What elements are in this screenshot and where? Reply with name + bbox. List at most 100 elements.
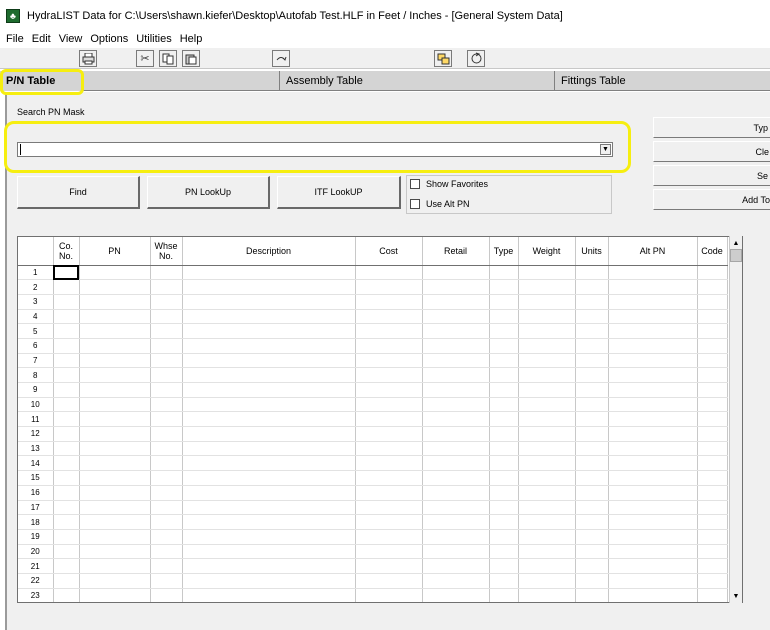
grid-cell[interactable] — [422, 397, 490, 413]
grid-cell[interactable] — [608, 500, 698, 516]
grid-cell[interactable] — [150, 411, 183, 428]
find-button[interactable]: Find — [17, 176, 140, 209]
grid-cell[interactable] — [489, 426, 519, 442]
col-header-type[interactable]: Type — [489, 237, 519, 266]
grid-cell[interactable] — [422, 309, 490, 325]
grid-cell[interactable] — [489, 470, 519, 486]
grid-cell[interactable] — [182, 558, 356, 574]
grid-cell[interactable] — [608, 426, 698, 442]
grid-cell[interactable] — [518, 323, 576, 339]
grid-cell[interactable] — [575, 411, 609, 428]
grid-cell[interactable] — [697, 279, 728, 295]
undo-icon[interactable] — [272, 50, 290, 67]
grid-cell[interactable] — [518, 309, 576, 325]
grid-cell[interactable] — [53, 294, 80, 310]
grid-cell[interactable] — [182, 426, 356, 442]
grid-cell[interactable] — [150, 279, 183, 295]
grid-cell[interactable] — [150, 441, 183, 457]
grid-cell[interactable] — [79, 353, 151, 369]
grid-cell[interactable] — [53, 382, 80, 398]
grid-cell[interactable] — [518, 279, 576, 295]
grid-cell[interactable] — [422, 455, 490, 472]
grid-cell[interactable] — [575, 470, 609, 486]
grid-cell[interactable] — [150, 588, 183, 602]
grid-cell[interactable] — [182, 470, 356, 486]
grid-cell[interactable] — [53, 338, 80, 354]
grid-cell[interactable] — [697, 426, 728, 442]
grid-cell[interactable] — [182, 455, 356, 472]
grid-cell[interactable] — [489, 588, 519, 602]
grid-cell[interactable] — [79, 367, 151, 383]
grid-cell[interactable] — [150, 323, 183, 339]
grid-cell[interactable] — [608, 294, 698, 310]
grid-cell[interactable] — [575, 338, 609, 354]
table-row[interactable]: 23 — [18, 588, 728, 602]
grid-cell[interactable] — [182, 485, 356, 501]
grid-cell[interactable] — [182, 309, 356, 325]
grid-cell[interactable] — [182, 367, 356, 383]
grid-cell[interactable] — [518, 558, 576, 574]
grid-cell[interactable] — [79, 265, 151, 281]
grid-cell[interactable] — [489, 367, 519, 383]
grid-cell[interactable] — [79, 529, 151, 545]
grid-cell[interactable] — [355, 470, 423, 486]
table-row[interactable]: 20 — [18, 544, 728, 560]
table-row[interactable]: 3 — [18, 294, 728, 310]
grid-cell[interactable] — [53, 353, 80, 369]
grid-cell[interactable] — [489, 485, 519, 501]
grid-cell[interactable] — [697, 544, 728, 560]
grid-cell[interactable] — [608, 455, 698, 472]
grid-cell[interactable] — [575, 367, 609, 383]
grid-cell[interactable] — [608, 367, 698, 383]
grid-cell[interactable] — [53, 470, 80, 486]
grid-cell[interactable] — [355, 367, 423, 383]
grid-cell[interactable] — [518, 588, 576, 602]
grid-cell[interactable] — [53, 411, 80, 428]
menu-file[interactable]: File — [6, 33, 24, 45]
grid-cell[interactable] — [422, 411, 490, 428]
grid-cell[interactable] — [697, 353, 728, 369]
grid-cell[interactable] — [575, 353, 609, 369]
grid-cell[interactable] — [697, 338, 728, 354]
grid-cell[interactable] — [489, 279, 519, 295]
grid-cell[interactable] — [150, 367, 183, 383]
grid-cell[interactable] — [355, 323, 423, 339]
grid-cell[interactable] — [355, 455, 423, 472]
table-row[interactable]: 6 — [18, 338, 728, 354]
search-pn-mask-input[interactable]: ▼ — [17, 142, 613, 157]
grid-cell[interactable] — [355, 500, 423, 516]
grid-cell[interactable] — [182, 265, 356, 281]
grid-cell[interactable] — [489, 382, 519, 398]
scroll-up-icon[interactable]: ▲ — [730, 237, 742, 249]
grid-cell[interactable] — [79, 544, 151, 560]
grid-cell[interactable] — [53, 397, 80, 413]
tab-fittings-table[interactable]: Fittings Table — [554, 71, 770, 91]
grid-cell[interactable] — [53, 323, 80, 339]
grid-cell[interactable] — [79, 455, 151, 472]
grid-cell[interactable] — [518, 470, 576, 486]
grid-cell[interactable] — [79, 485, 151, 501]
grid-cell[interactable] — [575, 529, 609, 545]
grid-cell[interactable] — [355, 441, 423, 457]
grid-cell[interactable] — [355, 382, 423, 398]
grid-cell[interactable] — [518, 455, 576, 472]
grid-cell[interactable] — [150, 265, 183, 281]
grid-cell[interactable] — [697, 411, 728, 428]
grid-vertical-scrollbar[interactable]: ▲ ▼ — [729, 236, 742, 603]
pn-lookup-button[interactable]: PN LookUp — [147, 176, 270, 209]
grid-cell[interactable] — [422, 485, 490, 501]
grid-cell[interactable] — [575, 558, 609, 574]
grid-cell[interactable] — [422, 544, 490, 560]
grid-cell[interactable] — [608, 353, 698, 369]
table-row[interactable]: 18 — [18, 514, 728, 530]
grid-cell[interactable] — [697, 558, 728, 574]
grid-cell[interactable] — [608, 397, 698, 413]
grid-cell[interactable] — [697, 514, 728, 530]
grid-cell[interactable] — [518, 529, 576, 545]
col-header-cost[interactable]: Cost — [355, 237, 423, 266]
grid-cell[interactable] — [422, 470, 490, 486]
menu-options[interactable]: Options — [90, 33, 128, 45]
grid-cell[interactable] — [697, 382, 728, 398]
table-row[interactable]: 19 — [18, 529, 728, 545]
grid-cell[interactable] — [422, 573, 490, 589]
